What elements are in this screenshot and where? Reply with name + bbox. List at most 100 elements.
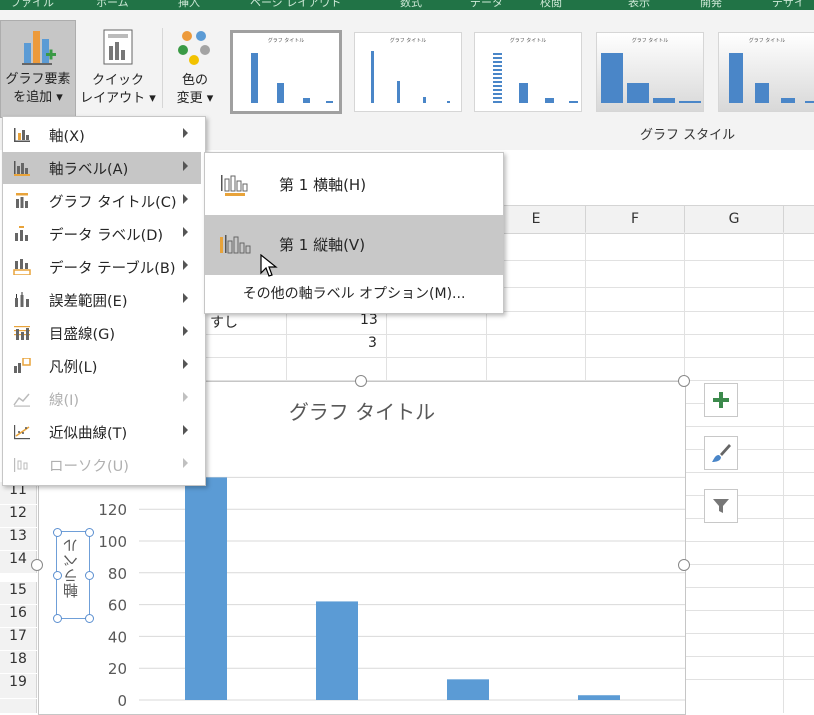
- submenu-arrow-icon: [183, 161, 188, 171]
- tab-data[interactable]: データ: [470, 0, 503, 10]
- chart-filters-button[interactable]: [704, 489, 738, 523]
- chart-resize-handle-top[interactable]: [355, 375, 367, 387]
- menu-item-error-bars[interactable]: 誤差範囲(E): [3, 284, 201, 316]
- chart-style-2[interactable]: グラフ タイトル: [354, 32, 462, 112]
- submenu-more-options[interactable]: その他の軸ラベル オプション(M)...: [205, 283, 503, 303]
- thumb-title: グラフ タイトル: [631, 38, 669, 44]
- chart-styles-button[interactable]: [704, 436, 738, 470]
- chart-style-5[interactable]: グラフ タイトル: [718, 32, 814, 112]
- tab-home[interactable]: ホーム: [96, 0, 129, 10]
- tab-design[interactable]: デザイン: [772, 0, 814, 10]
- menu-item-data-table[interactable]: データ テーブル(B): [3, 251, 201, 283]
- thumb-title: グラフ タイトル: [389, 38, 427, 44]
- chart-style-1[interactable]: グラフ タイトル: [230, 30, 342, 114]
- tab-formulas[interactable]: 数式: [400, 0, 422, 10]
- submenu-primary-vertical[interactable]: 第 1 縦軸(V): [205, 215, 503, 275]
- quick-layout-icon: [78, 22, 158, 72]
- row-header-17[interactable]: 17: [0, 628, 37, 650]
- chart-bar[interactable]: [316, 601, 358, 700]
- y-tick-label: 120: [98, 501, 127, 519]
- chart-resize-handle-left[interactable]: [31, 559, 43, 571]
- resize-handle[interactable]: [85, 528, 94, 537]
- chart-style-4[interactable]: グラフ タイトル: [596, 32, 704, 112]
- chart-bar[interactable]: [447, 679, 489, 700]
- paintbrush-icon: [712, 444, 731, 462]
- resize-handle[interactable]: [53, 528, 62, 537]
- column-header-h[interactable]: [783, 205, 814, 234]
- menu-item-label: 目盛線(G): [49, 327, 116, 343]
- resize-handle[interactable]: [53, 614, 62, 623]
- tab-page-layout[interactable]: ページ レイアウト: [250, 0, 341, 10]
- submenu-primary-horizontal[interactable]: 第 1 横軸(H): [205, 155, 503, 215]
- row-header-19[interactable]: 19: [0, 674, 37, 698]
- menu-item-gridlines[interactable]: 目盛線(G): [3, 317, 201, 349]
- menu-item-chart-title[interactable]: グラフ タイトル(C): [3, 185, 201, 217]
- menu-item-label: 軸ラベル(A): [49, 162, 129, 178]
- chart-bar[interactable]: [578, 695, 620, 700]
- cell-label[interactable]: すし: [210, 312, 238, 332]
- chart-style-3[interactable]: グラフ タイトル: [474, 32, 582, 112]
- tab-developer[interactable]: 開発: [700, 0, 722, 10]
- change-colors-label1: 色の: [181, 73, 208, 88]
- row-header-13[interactable]: 13: [0, 528, 37, 550]
- tab-file[interactable]: ファイル: [10, 0, 54, 10]
- tab-view[interactable]: 表示: [628, 0, 650, 10]
- chart-resize-handle-right[interactable]: [678, 559, 690, 571]
- add-chart-element-icon: [1, 21, 75, 71]
- axis-label-text: 軸ラベル: [62, 538, 80, 598]
- add-chart-element-menu: 軸(X) 軸ラベル(A) グラフ タイトル(C) データ ラベル(D) データ …: [2, 116, 206, 486]
- menu-item-axes[interactable]: 軸(X): [3, 119, 201, 151]
- quick-layout-label2: レイアウト ▾: [80, 91, 156, 106]
- row-header-15[interactable]: 15: [0, 582, 37, 604]
- submenu-arrow-icon: [183, 425, 188, 435]
- row-header-16[interactable]: 16: [0, 605, 37, 627]
- primary-vertical-axis-title-icon: [220, 235, 251, 254]
- data-table-icon: [13, 259, 31, 275]
- vertical-axis-title[interactable]: 軸ラベル: [53, 528, 94, 623]
- resize-handle[interactable]: [53, 571, 62, 580]
- y-tick-label: 40: [108, 628, 127, 646]
- resize-handle[interactable]: [85, 571, 94, 580]
- submenu-arrow-icon: [183, 194, 188, 204]
- axis-labels-icon: [14, 161, 30, 176]
- menu-item-label: データ ラベル(D): [49, 228, 164, 244]
- chart-elements-button[interactable]: [704, 383, 738, 417]
- cell-value-1[interactable]: 13: [360, 312, 378, 328]
- chart-resize-handle-top-right[interactable]: [678, 375, 690, 387]
- menu-item-updown-bars[interactable]: ローソク(U): [3, 449, 201, 481]
- trendline-icon: [14, 425, 30, 440]
- menu-item-label: 凡例(L): [49, 360, 98, 376]
- legend-icon: [14, 358, 31, 373]
- thumb-title: グラフ タイトル: [509, 38, 547, 44]
- ribbon-separator: [162, 28, 163, 108]
- change-colors-button[interactable]: 色の 変更 ▾: [166, 22, 224, 108]
- ribbon: グラフ要素 を追加 ▾ クイック レイアウト ▾ 色の 変更 ▾ グラフ タイト…: [0, 10, 814, 118]
- menu-item-trendline[interactable]: 近似曲線(T): [3, 416, 201, 448]
- menu-item-label: 誤差範囲(E): [49, 294, 128, 310]
- filter-icon: [713, 499, 729, 513]
- y-tick-label: 100: [98, 533, 127, 551]
- menu-item-axis-labels[interactable]: 軸ラベル(A): [3, 152, 201, 184]
- chart-bar[interactable]: [185, 477, 227, 700]
- menu-item-lines[interactable]: 線(I): [3, 383, 201, 415]
- resize-handle[interactable]: [85, 614, 94, 623]
- quick-layout-button[interactable]: クイック レイアウト ▾: [78, 22, 158, 108]
- column-header-f[interactable]: F: [585, 205, 685, 234]
- add-chart-element-button[interactable]: グラフ要素 を追加 ▾: [0, 20, 76, 118]
- tab-insert[interactable]: 挿入: [178, 0, 200, 10]
- menu-item-label: 軸(X): [49, 129, 85, 145]
- row-header-12[interactable]: 12: [0, 505, 37, 527]
- row-header-20[interactable]: [0, 699, 37, 713]
- chart-title-icon: [16, 193, 28, 208]
- submenu-item-label: 第 1 横軸(H): [279, 176, 367, 194]
- menu-item-legend[interactable]: 凡例(L): [3, 350, 201, 382]
- submenu-arrow-icon: [183, 392, 188, 402]
- ribbon-tab-strip: ファイル ホーム 挿入 ページ レイアウト 数式 データ 校閲 表示 開発 デザ…: [0, 0, 814, 10]
- plus-icon: [713, 392, 729, 408]
- column-header-g[interactable]: G: [684, 205, 784, 234]
- y-tick-label: 0: [117, 692, 127, 710]
- cell-value-2[interactable]: 3: [368, 335, 377, 351]
- row-header-18[interactable]: 18: [0, 651, 37, 673]
- tab-review[interactable]: 校閲: [540, 0, 562, 10]
- menu-item-data-labels[interactable]: データ ラベル(D): [3, 218, 201, 250]
